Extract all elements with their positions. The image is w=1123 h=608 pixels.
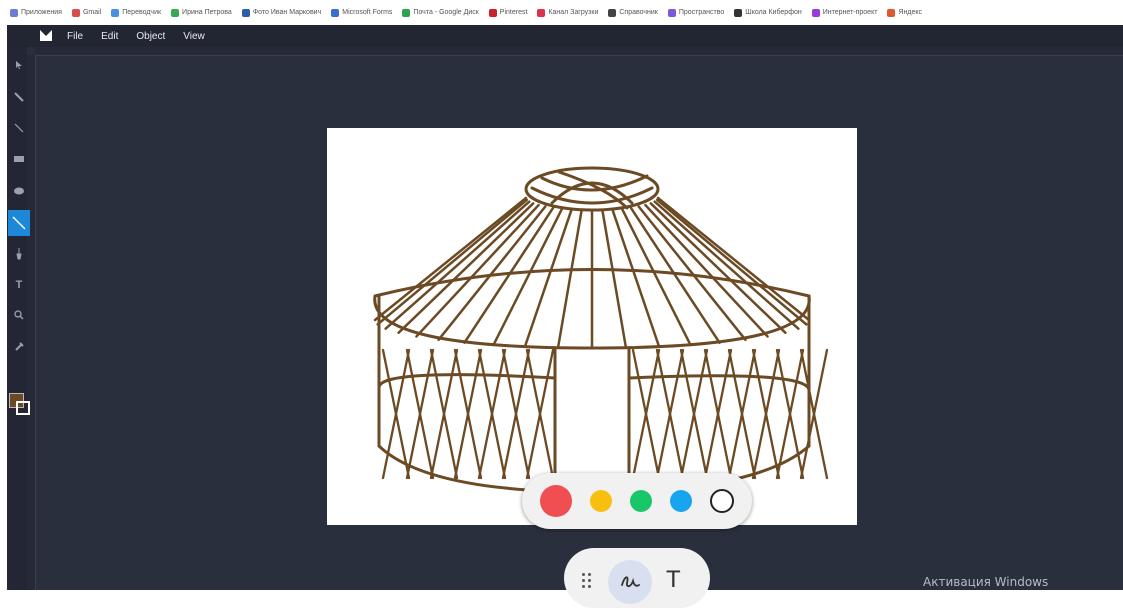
bookmark-favicon-icon: [71, 8, 80, 17]
bookmark-item[interactable]: Фото Иван Маркович: [241, 8, 322, 17]
bookmark-label: Ирина Петрова: [182, 9, 232, 16]
menu-bar: File Edit Object View: [7, 25, 1123, 47]
menu-object[interactable]: Object: [136, 31, 165, 42]
bookmark-item[interactable]: Яндекс: [887, 8, 922, 17]
drag-handle-icon[interactable]: [582, 573, 594, 591]
bookmark-label: Microsoft Forms: [342, 9, 393, 16]
bookmark-item[interactable]: Pinterest: [488, 8, 528, 17]
ellipse-icon: [14, 187, 24, 195]
eyedropper-tool[interactable]: [8, 336, 30, 358]
bookmark-label: Школа Киберфон: [745, 9, 802, 16]
bookmark-item[interactable]: Ирина Петрова: [171, 8, 232, 17]
bookmark-favicon-icon: [402, 8, 411, 17]
eyedropper-icon: [15, 342, 24, 351]
bookmark-item[interactable]: Школа Киберфон: [734, 8, 802, 17]
bookmark-label: Интернет-проект: [822, 9, 878, 16]
bookmark-item[interactable]: Приложения: [10, 8, 62, 17]
app-logo-icon: [40, 30, 52, 41]
bookmark-favicon-icon: [488, 8, 497, 17]
bookmark-favicon-icon: [608, 8, 617, 17]
bookmark-label: Справочник: [619, 9, 658, 16]
bookmark-label: Канал Загрузки: [548, 9, 599, 16]
text-tool[interactable]: T: [8, 274, 30, 296]
arrow-icon: [16, 61, 22, 69]
bookmark-label: Яндекс: [898, 9, 922, 16]
rect-tool[interactable]: [8, 148, 30, 170]
select-tool[interactable]: [8, 54, 30, 76]
pen-draw-button[interactable]: [608, 560, 652, 604]
pen-icon: [14, 92, 24, 102]
bookmark-label: Почта - Google Диск: [413, 9, 479, 16]
windows-activation-watermark: Активация Windows: [923, 575, 1049, 589]
zoom-tool[interactable]: [8, 304, 30, 326]
yurt-drawing: [373, 166, 829, 494]
bookmark-favicon-icon: [887, 8, 896, 17]
bookmark-favicon-icon: [667, 8, 676, 17]
bookmark-favicon-icon: [171, 8, 180, 17]
menu-file[interactable]: File: [67, 31, 83, 42]
color-palette: [522, 473, 752, 529]
color-yellow-button[interactable]: [590, 490, 612, 512]
rectangle-icon: [14, 156, 24, 162]
horizontal-ruler: [35, 47, 1123, 56]
bookmark-favicon-icon: [10, 8, 18, 17]
color-white-button[interactable]: [710, 489, 734, 513]
zoom-icon: [14, 310, 24, 320]
bookmark-item[interactable]: Канал Загрузки: [537, 8, 599, 17]
bookmark-favicon-icon: [537, 8, 546, 17]
artboard[interactable]: [327, 128, 857, 525]
color-red-button[interactable]: [540, 485, 572, 517]
bookmark-favicon-icon: [331, 8, 340, 17]
bookmark-item[interactable]: Microsoft Forms: [331, 8, 393, 17]
text-icon: T: [15, 279, 23, 291]
bookmark-favicon-icon: [111, 8, 120, 17]
pen-tool[interactable]: [8, 86, 30, 108]
bookmark-favicon-icon: [811, 8, 820, 17]
ellipse-tool[interactable]: [8, 180, 30, 202]
bookmark-label: Фото Иван Маркович: [252, 9, 322, 16]
line-icon: [12, 216, 26, 230]
line-tool-selected[interactable]: [8, 210, 30, 236]
bookmark-favicon-icon: [734, 8, 743, 17]
bookmarks-bar: Приложения Gmail Переводчик Ирина Петрова Фо…: [0, 0, 1123, 25]
bookmark-label: Gmail: [82, 9, 102, 16]
bookmark-label: Переводчик: [122, 9, 162, 16]
color-green-button[interactable]: [630, 490, 652, 512]
color-swatches[interactable]: [9, 393, 30, 417]
bookmark-item[interactable]: Почта - Google Диск: [402, 8, 479, 17]
menu-view[interactable]: View: [183, 31, 205, 42]
tools-panel: T: [7, 47, 30, 590]
bookmark-item[interactable]: Справочник: [608, 8, 658, 17]
bookmark-item[interactable]: Интернет-проект: [811, 8, 878, 17]
bookmark-item[interactable]: Пространство: [667, 8, 725, 17]
bookmark-label: Пространство: [678, 9, 725, 16]
line-tool[interactable]: [8, 117, 30, 139]
bookmark-favicon-icon: [241, 8, 250, 17]
bookmark-item[interactable]: Переводчик: [111, 8, 162, 17]
stroke-color-swatch[interactable]: [16, 401, 30, 415]
bookmark-label: Pinterest: [499, 9, 528, 16]
bookmark-item[interactable]: Gmail: [71, 8, 102, 17]
bookmark-label: Приложения: [21, 9, 62, 16]
brush-tool[interactable]: [8, 243, 30, 265]
annotation-toolbar: T: [564, 548, 710, 608]
color-blue-button[interactable]: [670, 490, 692, 512]
line-icon: [14, 123, 24, 133]
menu-edit[interactable]: Edit: [101, 31, 118, 42]
brush-icon: [16, 248, 22, 260]
